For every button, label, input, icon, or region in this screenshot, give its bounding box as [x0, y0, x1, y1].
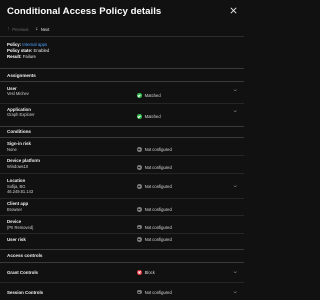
row-value: Windows10	[7, 164, 29, 169]
condition-row-user-risk[interactable]: User risk Not configured	[0, 234, 244, 246]
close-icon[interactable]	[229, 6, 238, 15]
chevron-down-icon[interactable]	[233, 88, 238, 93]
status-text: Not configured	[144, 207, 172, 212]
divider	[0, 81, 244, 82]
status-text: Not configured	[144, 165, 172, 170]
minus-circle-icon	[137, 237, 142, 242]
result-value: Failure	[22, 53, 36, 59]
condition-row-client-app[interactable]: Client app Browser Not configured	[0, 199, 244, 215]
divider	[0, 103, 244, 104]
policy-summary: Policy: Internal apps Policy state: Enab…	[7, 42, 49, 60]
check-circle-icon	[137, 114, 142, 119]
status-not-configured: Not configured	[137, 207, 172, 212]
grant-controls-row[interactable]: Grant Controls Block	[0, 263, 244, 281]
arrow-up-icon: ↑	[7, 26, 10, 32]
row-label: Session Controls	[7, 289, 44, 295]
device-link[interactable]: (PII Removed)	[7, 225, 33, 230]
policy-name-link[interactable]: Internal apps	[22, 42, 47, 47]
status-matched: Matched	[137, 114, 161, 119]
condition-row-device[interactable]: Device (PII Removed) Not configured	[0, 216, 244, 233]
page-title: Conditional Access Policy details	[7, 6, 162, 17]
row-value-secondary: 46.249.81.143	[7, 189, 34, 194]
status-not-configured: Not configured	[137, 165, 172, 170]
status-text: Not configured	[144, 237, 172, 242]
status-text: Block	[144, 270, 155, 275]
section-heading-assignments: Assignments	[7, 73, 36, 78]
row-label: Location	[7, 177, 26, 183]
status-not-configured: Not configured	[137, 237, 172, 242]
status-text: Not configured	[144, 184, 172, 189]
arrow-down-icon: ↓	[35, 26, 39, 32]
assignment-row-user[interactable]: User Vesl Michev Matched	[0, 84, 244, 103]
minus-circle-icon	[137, 224, 142, 230]
row-label: Sign-in risk	[7, 141, 31, 146]
status-block: Block	[137, 270, 155, 275]
row-value: Browser	[7, 206, 23, 212]
chevron-down-icon[interactable]	[233, 290, 238, 295]
previous-label: Previous	[12, 27, 29, 33]
status-text: Not configured	[144, 147, 172, 152]
row-label: User risk	[7, 237, 26, 242]
row-value: Vesl Michev	[7, 91, 29, 96]
row-label: Device platform	[7, 158, 40, 163]
row-label: Application	[7, 106, 31, 112]
policy-state-value: Enabled	[33, 47, 50, 53]
next-label: Next	[40, 27, 50, 33]
row-label: Device	[7, 219, 22, 224]
row-label: Client app	[7, 201, 29, 206]
status-not-configured: Not configured	[137, 147, 172, 152]
chevron-down-icon[interactable]	[233, 184, 238, 189]
condition-row-sign-in-risk[interactable]: Sign-in risk None Not configured	[0, 139, 244, 155]
row-value: Sofija, BG	[7, 183, 26, 189]
divider	[0, 126, 244, 127]
status-not-configured: Not configured	[137, 290, 172, 295]
next-button[interactable]: ↓ Next	[35, 26, 50, 33]
previous-button[interactable]: ↑ Previous	[7, 26, 29, 33]
status-text: Not configured	[144, 224, 172, 230]
row-label: Grant Controls	[7, 270, 38, 275]
divider	[0, 35, 244, 37]
divider	[0, 137, 244, 138]
check-circle-icon	[137, 93, 142, 98]
divider	[0, 249, 244, 250]
minus-circle-icon	[137, 147, 142, 152]
session-controls-row[interactable]: Session Controls Not configured	[0, 283, 244, 300]
status-matched: Matched	[137, 93, 161, 98]
section-heading-conditions: Conditions	[7, 129, 31, 134]
row-value: None	[7, 146, 17, 152]
chevron-down-icon[interactable]	[233, 109, 238, 114]
policy-label: Policy:	[7, 42, 22, 47]
status-text: Matched	[144, 93, 161, 98]
row-value: Graph Explorer	[7, 112, 35, 117]
block-icon	[137, 270, 142, 275]
divider	[0, 68, 244, 69]
row-label: User	[7, 85, 17, 91]
result-label: Result:	[7, 53, 22, 59]
chevron-down-icon[interactable]	[233, 270, 238, 275]
minus-circle-icon	[137, 289, 142, 295]
minus-circle-icon	[137, 165, 142, 170]
status-not-configured: Not configured	[137, 225, 172, 230]
status-text: Not configured	[144, 289, 172, 295]
policy-state-label: Policy state:	[7, 47, 33, 53]
condition-row-location[interactable]: Location Sofija, BG 46.249.81.143 Not co…	[0, 174, 244, 198]
status-not-configured: Not configured	[137, 184, 172, 189]
record-navigation: ↑ Previous ↓ Next	[7, 26, 50, 33]
assignment-row-application[interactable]: Application Graph Explorer Matched	[0, 105, 244, 125]
condition-row-device-platform[interactable]: Device platform Windows10 Not configured	[0, 156, 244, 173]
section-heading-access-controls: Access controls	[7, 253, 43, 258]
minus-circle-icon	[137, 207, 142, 212]
minus-circle-icon	[137, 184, 142, 189]
status-text: Matched	[144, 114, 161, 119]
